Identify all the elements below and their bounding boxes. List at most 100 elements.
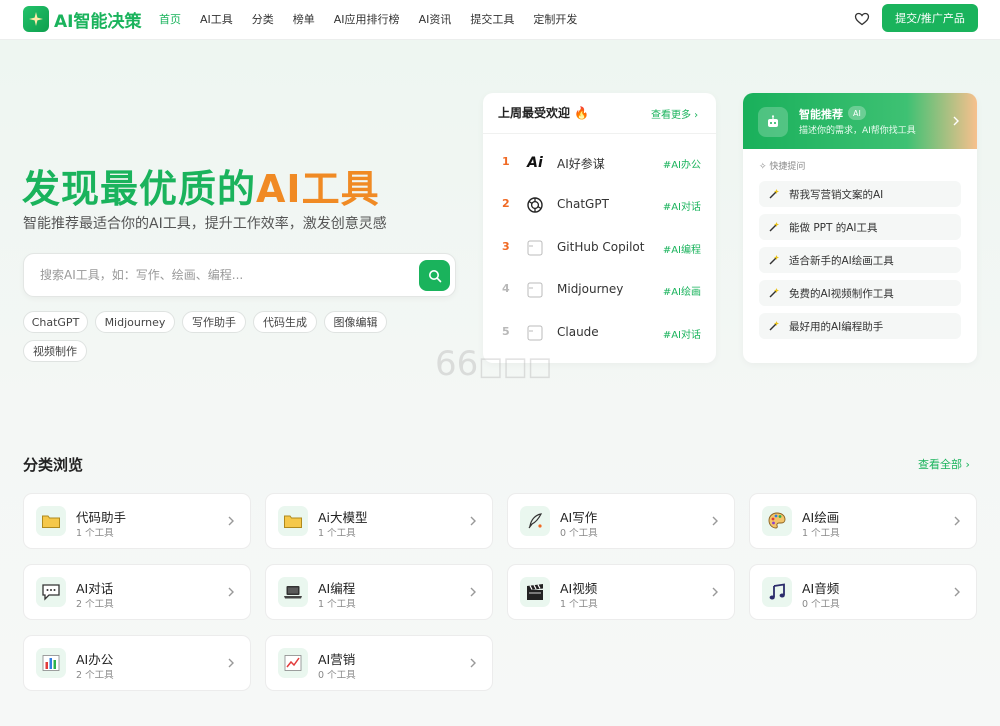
popular-title: 上周最受欢迎 🔥 [498,104,589,121]
main-nav: 首页 AI工具 分类 榜单 AI应用排行榜 AI资讯 提交工具 定制开发 [159,11,596,27]
tag-midjourney[interactable]: Midjourney [95,311,175,333]
tag-video[interactable]: 视频制作 [23,340,87,362]
magic-wand-icon [769,189,779,199]
folder-icon [36,506,66,536]
category-card[interactable]: AI写作 0 个工具 [507,493,735,549]
quick-question-item[interactable]: 能做 PPT 的AI工具 [759,214,961,240]
category-name: AI写作 [560,510,598,525]
chevron-right-icon [470,587,476,597]
category-count: 1 个工具 [318,528,356,539]
fire-icon: 🔥 [574,106,590,120]
magic-wand-icon [769,321,779,331]
nav-ai-news[interactable]: AI资讯 [419,11,452,27]
popular-more-link[interactable]: 查看更多 › [651,106,698,121]
music-icon [762,577,792,607]
hero-title-main: 发现最优质的 [22,167,257,211]
category-count: 1 个工具 [76,528,114,539]
category-count: 0 个工具 [802,599,840,610]
nav-categories[interactable]: 分类 [252,11,274,27]
rank-number: 3 [502,240,510,253]
category-card[interactable]: AI音频 0 个工具 [749,564,977,620]
nav-app-ranking[interactable]: AI应用排行榜 [334,11,400,27]
smart-recommend-header[interactable]: 智能推荐 AI 描述你的需求，AI帮你找工具 [743,93,977,149]
rank-item[interactable]: 3 GitHub Copilot #AI编程 [483,233,716,263]
quick-question-text: 能做 PPT 的AI工具 [789,222,878,234]
bar-chart-icon [36,648,66,678]
chevron-right-icon [470,516,476,526]
magic-wand-icon [769,288,779,298]
rank-item[interactable]: 4 Midjourney #AI绘画 [483,275,716,305]
favorite-heart-icon[interactable] [854,11,870,27]
divider [483,133,716,134]
quick-ask-label: ✧ 快捷提问 [759,159,805,172]
category-card[interactable]: AI对话 2 个工具 [23,564,251,620]
rank-tag[interactable]: #AI对话 [663,198,701,213]
top-navigation-bar: AI智能决策 首页 AI工具 分类 榜单 AI应用排行榜 AI资讯 提交工具 定… [0,0,1000,40]
tag-writing[interactable]: 写作助手 [182,311,246,333]
quick-question-item[interactable]: 适合新手的AI绘画工具 [759,247,961,273]
rank-number: 4 [502,282,510,295]
category-card[interactable]: AI绘画 1 个工具 [749,493,977,549]
category-card[interactable]: AI视频 1 个工具 [507,564,735,620]
rank-tag[interactable]: #AI对话 [663,326,701,341]
category-card[interactable]: 代码助手 1 个工具 [23,493,251,549]
sparkle-icon: ✧ [759,162,767,172]
smart-recommend-desc: 描述你的需求，AI帮你找工具 [799,126,916,136]
category-view-all-text: 查看全部 [918,458,962,471]
chevron-right-icon [470,658,476,668]
chevron-right-icon [954,516,960,526]
nav-custom-dev[interactable]: 定制开发 [533,11,577,27]
clapper-icon [520,577,550,607]
category-card[interactable]: AI营销 0 个工具 [265,635,493,691]
rank-item[interactable]: 1 Ai AI好参谋 #AI办公 [483,148,716,178]
watermark: 66□□□ [435,344,552,384]
tag-code[interactable]: 代码生成 [253,311,317,333]
search-input[interactable] [40,254,410,296]
rank-tag[interactable]: #AI绘画 [663,283,701,298]
palette-icon [762,506,792,536]
nav-rankings[interactable]: 榜单 [293,11,315,27]
logo-sparkle-icon [23,6,49,32]
chevron-right-icon [712,587,718,597]
quick-question-text: 适合新手的AI绘画工具 [789,255,894,267]
chevron-right-icon [228,516,234,526]
rank-tag[interactable]: #AI办公 [663,156,701,171]
tag-chatgpt[interactable]: ChatGPT [23,311,88,333]
search-icon [428,269,441,282]
category-card[interactable]: AI办公 2 个工具 [23,635,251,691]
smart-recommend-panel: 智能推荐 AI 描述你的需求，AI帮你找工具 ✧ 快捷提问 帮我写营销文案的AI… [743,93,977,363]
line-chart-icon [278,648,308,678]
laptop-icon [278,577,308,607]
category-count: 1 个工具 [802,528,840,539]
rank-name: AI好参谋 [557,157,605,171]
nav-ai-tools[interactable]: AI工具 [200,11,233,27]
submit-promote-button[interactable]: 提交/推广产品 [882,4,978,32]
chevron-right-icon [953,116,959,126]
quick-question-item[interactable]: 免费的AI视频制作工具 [759,280,961,306]
quick-question-item[interactable]: 帮我写营销文案的AI [759,181,961,207]
rank-tag[interactable]: #AI编程 [663,241,701,256]
site-logo[interactable]: AI智能决策 [23,6,141,32]
category-card[interactable]: AI编程 1 个工具 [265,564,493,620]
broken-image-icon [524,237,546,259]
category-card[interactable]: Ai大模型 1 个工具 [265,493,493,549]
nav-home[interactable]: 首页 [159,11,181,27]
category-view-all-link[interactable]: 查看全部 › [918,456,970,472]
rank-number: 2 [502,197,510,210]
nav-submit-tool[interactable]: 提交工具 [470,11,514,27]
rank-name: ChatGPT [557,197,609,211]
chevron-right-icon [712,516,718,526]
quick-question-item[interactable]: 最好用的AI编程助手 [759,313,961,339]
watermark-text: 66 [435,344,479,384]
search-button[interactable] [419,260,450,291]
category-section-title: 分类浏览 [23,456,84,474]
hero-subtitle: 智能推荐最适合你的AI工具，提升工作效率，激发创意灵感 [23,216,387,232]
magic-wand-icon [769,255,779,265]
robot-icon [758,107,788,137]
rank-name: GitHub Copilot [557,240,645,254]
rank-item[interactable]: 2 ChatGPT #AI对话 [483,190,716,220]
openai-logo-icon [524,194,546,216]
tag-image-edit[interactable]: 图像编辑 [324,311,387,333]
ai-haocanmou-logo-icon: Ai [527,155,543,171]
category-count: 0 个工具 [560,528,598,539]
